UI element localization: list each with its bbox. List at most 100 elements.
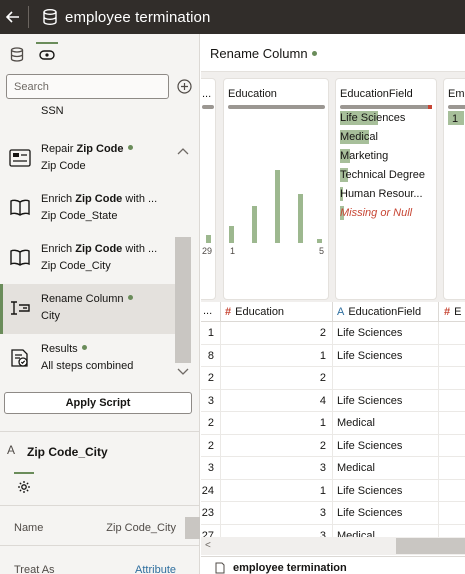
table-row[interactable]: 3 4 Life Sciences bbox=[201, 389, 465, 412]
histogram-bar[interactable] bbox=[252, 206, 257, 243]
column-divider bbox=[332, 412, 333, 434]
dataset-tab[interactable]: employee termination bbox=[201, 556, 465, 574]
column-divider bbox=[332, 479, 333, 502]
table-row[interactable]: 1 2 Life Sciences bbox=[201, 322, 465, 345]
category-value: 1 bbox=[452, 113, 459, 125]
column-divider bbox=[220, 344, 221, 367]
profile-card-education[interactable]: Education 1 5 bbox=[223, 78, 329, 300]
quality-bar bbox=[340, 105, 432, 109]
column-divider bbox=[438, 479, 439, 502]
script-steps-list: SSN Repair Zip Code Zip Code Enrich Zip … bbox=[0, 102, 175, 382]
steps-scrollbar-thumb[interactable] bbox=[175, 237, 191, 363]
column-headers: ... # Education A EducationField # E bbox=[201, 302, 465, 322]
column-header-educationfield[interactable]: A EducationField bbox=[337, 306, 421, 318]
axis-tick-label: 1 bbox=[230, 246, 236, 256]
preview-header: Rename Column bbox=[201, 34, 465, 72]
table-row[interactable]: 8 1 Life Sciences bbox=[201, 344, 465, 367]
name-value[interactable]: Zip Code_City bbox=[106, 522, 176, 534]
table-cell: 1 bbox=[319, 349, 326, 362]
column-header-education[interactable]: # Education bbox=[225, 306, 284, 318]
profile-card-partial-left[interactable]: ... 29 bbox=[201, 78, 216, 300]
histogram-bar[interactable] bbox=[298, 194, 303, 243]
table-row[interactable]: 2 2 Life Sciences bbox=[201, 434, 465, 457]
quality-bar bbox=[228, 105, 325, 109]
search-input[interactable] bbox=[6, 74, 169, 99]
back-arrow-icon[interactable] bbox=[0, 0, 26, 34]
category-label: Human Resour... bbox=[340, 188, 423, 200]
scroll-left-chevron-icon[interactable]: < bbox=[205, 540, 211, 551]
step-title: Enrich Zip Code with ... bbox=[41, 193, 158, 205]
category-label: Marketing bbox=[340, 150, 389, 162]
quality-bar bbox=[448, 105, 465, 109]
table-cell: Life Sciences bbox=[337, 394, 403, 407]
column-divider bbox=[438, 457, 439, 479]
status-dot bbox=[311, 51, 317, 56]
column-divider bbox=[332, 302, 333, 322]
step-subtitle: City bbox=[41, 310, 60, 322]
column-header-partial[interactable]: ... bbox=[203, 305, 212, 317]
histogram-bar[interactable] bbox=[317, 239, 322, 243]
column-divider bbox=[332, 457, 333, 479]
column-divider bbox=[438, 322, 439, 344]
properties-title: Zip Code_City bbox=[27, 445, 108, 459]
horizontal-scrollbar-thumb[interactable] bbox=[396, 538, 465, 554]
table-cell: 2 bbox=[207, 417, 214, 429]
histogram-bar[interactable] bbox=[229, 226, 234, 243]
column-header-partial-right[interactable]: # E bbox=[444, 306, 461, 318]
column-profiles: ... 29 Education 1 5 EducationField Life… bbox=[201, 72, 465, 306]
axis-tick-label: 29 bbox=[202, 246, 213, 256]
status-dot bbox=[81, 345, 87, 350]
category-label: Missing or Null bbox=[340, 207, 413, 219]
table-cell: 2 bbox=[319, 372, 326, 384]
column-divider bbox=[438, 412, 439, 434]
treat-as-value[interactable]: Attribute bbox=[135, 564, 176, 574]
table-cell: Life Sciences bbox=[337, 439, 403, 452]
column-divider bbox=[438, 344, 439, 367]
profile-card-partial-right[interactable]: Emp 1 bbox=[443, 78, 465, 300]
repair-icon bbox=[9, 149, 31, 167]
scroll-up-chevron-icon[interactable] bbox=[177, 146, 189, 156]
step-ssn[interactable]: SSN bbox=[0, 102, 175, 120]
step-enrich-zip-code-city[interactable]: Enrich Zip Code with ... Zip Code_City bbox=[0, 234, 175, 284]
properties-scrollbar-thumb[interactable] bbox=[185, 517, 200, 539]
data-preview-panel: Rename Column ... 29 Education 1 5 Educa… bbox=[201, 34, 465, 574]
table-row[interactable]: 2 1 Medical bbox=[201, 412, 465, 435]
profile-card-title: Education bbox=[228, 88, 277, 100]
script-tab-icon[interactable] bbox=[38, 46, 56, 64]
attribute-type-icon: A bbox=[337, 306, 345, 318]
step-rename-column[interactable]: Rename Column City bbox=[0, 284, 175, 334]
step-title: Enrich Zip Code with ... bbox=[41, 243, 158, 255]
table-row[interactable]: 23 3 Life Sciences bbox=[201, 502, 465, 525]
horizontal-scrollbar[interactable]: < bbox=[201, 537, 465, 555]
step-results[interactable]: Results All steps combined bbox=[0, 334, 175, 382]
table-row[interactable]: 3 3 Medical bbox=[201, 457, 465, 480]
top-bar: employee termination bbox=[0, 0, 465, 34]
gear-icon[interactable] bbox=[17, 480, 31, 494]
treat-as-label: Treat As bbox=[14, 564, 55, 574]
column-divider bbox=[438, 434, 439, 457]
data-table: 1 2 Life Sciences 8 1 Life Sciences 2 2 3 4 Life S… bbox=[201, 322, 465, 540]
page-title: employee termination bbox=[65, 8, 211, 26]
step-subtitle: Zip Code bbox=[41, 160, 86, 172]
column-divider bbox=[220, 367, 221, 389]
step-enrich-zip-code-state[interactable]: Enrich Zip Code with ... Zip Code_State bbox=[0, 184, 175, 234]
missing-indicator bbox=[428, 105, 432, 109]
table-cell: Medical bbox=[337, 417, 375, 429]
table-row[interactable]: 24 1 Life Sciences bbox=[201, 479, 465, 502]
profile-card-educationfield[interactable]: EducationField Life Sciences Medical Marke… bbox=[335, 78, 437, 300]
step-repair-zip-code[interactable]: Repair Zip Code Zip Code bbox=[0, 134, 175, 184]
histogram-bar[interactable] bbox=[275, 170, 280, 243]
table-cell: 3 bbox=[319, 462, 326, 474]
table-row[interactable]: 22 bbox=[201, 367, 465, 390]
apply-script-button[interactable]: Apply Script bbox=[4, 392, 192, 414]
column-divider bbox=[220, 389, 221, 412]
column-divider bbox=[438, 389, 439, 412]
plus-circle-icon[interactable] bbox=[177, 79, 192, 94]
column-divider bbox=[220, 434, 221, 457]
step-title: Rename Column bbox=[41, 293, 133, 305]
datasource-tab-database-icon[interactable] bbox=[8, 46, 26, 64]
rename-icon bbox=[11, 301, 30, 315]
column-divider bbox=[438, 302, 439, 322]
scroll-down-chevron-icon[interactable] bbox=[177, 367, 189, 377]
table-cell: Life Sciences bbox=[337, 327, 403, 339]
